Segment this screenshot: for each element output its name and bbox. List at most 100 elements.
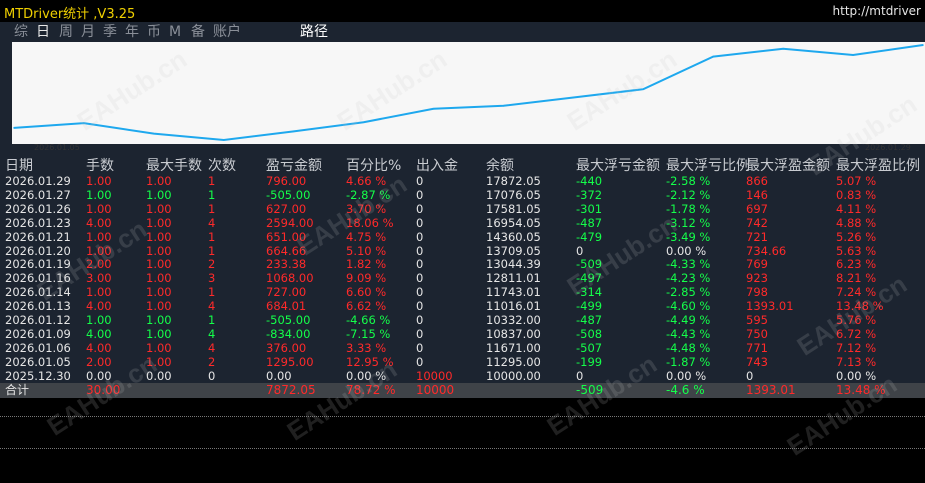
cell-pnl: 1295.00 bbox=[266, 354, 314, 369]
col-header-max-float-loss: 最大浮亏金额 bbox=[576, 158, 660, 174]
cell-balance: 13044.39 bbox=[486, 257, 541, 272]
cell-pct: 4.66 % bbox=[346, 174, 387, 188]
cell-pct: -4.66 % bbox=[346, 313, 391, 327]
total-pnl: 7872.05 bbox=[266, 383, 316, 397]
tab-month[interactable]: 月 bbox=[81, 22, 95, 42]
cell-count: 4 bbox=[208, 340, 216, 355]
grid-line bbox=[0, 416, 925, 417]
cell-max-float-loss: -372 bbox=[576, 187, 603, 202]
cell-max-float-loss-pct: -1.87 % bbox=[666, 354, 711, 369]
cell-max-float-profit: 595 bbox=[746, 313, 768, 327]
cell-max-float-profit: 697 bbox=[746, 201, 768, 216]
cell-max-float-profit: 866 bbox=[746, 174, 768, 188]
cell-date: 2026.01.20 bbox=[5, 243, 71, 258]
cell-max-float-profit-pct: 4.88 % bbox=[836, 215, 877, 230]
cell-max-lots: 1.00 bbox=[146, 257, 172, 272]
cell-count: 1 bbox=[208, 313, 216, 327]
cell-max-float-loss-pct: -1.78 % bbox=[666, 201, 711, 216]
col-header-max-float-profit: 最大浮盈金额 bbox=[746, 158, 830, 174]
cell-lots: 2.00 bbox=[86, 257, 112, 272]
cell-date: 2026.01.09 bbox=[5, 326, 71, 341]
cell-count: 0 bbox=[208, 368, 216, 383]
cell-pct: -7.15 % bbox=[346, 326, 391, 341]
table-row: 2025.12.30 0.00 0.00 0 0.00 0.00 % 10000 10000.… bbox=[0, 368, 925, 384]
balance-point bbox=[153, 132, 155, 135]
cell-count: 1 bbox=[208, 243, 216, 258]
cell-max-float-profit-pct: 8.21 % bbox=[836, 271, 877, 286]
table-row: 2026.01.06 4.00 1.00 4 376.00 3.33 % 0 11671.00… bbox=[0, 340, 925, 356]
cell-io: 0 bbox=[416, 174, 424, 188]
tab-quarter[interactable]: 季 bbox=[103, 22, 117, 42]
tab-symbol[interactable]: 币 bbox=[147, 22, 161, 42]
cell-balance: 13709.05 bbox=[486, 243, 541, 258]
cell-pct: 6.62 % bbox=[346, 299, 387, 314]
cell-lots: 1.00 bbox=[86, 243, 112, 258]
table-row: 2026.01.20 1.00 1.00 1 664.66 5.10 % 0 13709.05… bbox=[0, 243, 925, 259]
cell-lots: 1.00 bbox=[86, 285, 112, 300]
balance-point bbox=[712, 55, 715, 58]
tab-magic[interactable]: M bbox=[169, 22, 181, 42]
tab-note[interactable]: 备 bbox=[191, 22, 205, 42]
cell-count: 3 bbox=[208, 271, 216, 286]
cell-date: 2026.01.19 bbox=[5, 257, 71, 272]
cell-max-lots: 0.00 bbox=[146, 368, 172, 383]
tab-day[interactable]: 日 bbox=[36, 22, 50, 42]
cell-io: 0 bbox=[416, 313, 424, 327]
cell-count: 1 bbox=[208, 229, 216, 244]
balance-point bbox=[642, 88, 645, 91]
cell-max-float-profit: 769 bbox=[746, 257, 768, 272]
cell-balance: 10332.00 bbox=[486, 313, 541, 327]
cell-io: 0 bbox=[416, 243, 424, 258]
col-header-max-float-loss-pct: 最大浮亏比例 bbox=[666, 158, 750, 174]
table-row: 2026.01.14 1.00 1.00 1 727.00 6.60 % 0 11743.01… bbox=[0, 286, 925, 300]
total-max-float-profit: 1393.01 bbox=[746, 383, 796, 397]
cell-lots: 2.00 bbox=[86, 354, 112, 369]
tab-week[interactable]: 周 bbox=[59, 22, 73, 42]
cell-date: 2026.01.21 bbox=[5, 229, 71, 244]
cell-max-float-profit: 146 bbox=[746, 187, 768, 202]
cell-pnl: -505.00 bbox=[266, 187, 311, 202]
table-row: 2026.01.09 4.00 1.00 4 -834.00 -7.15 % 0 10837.… bbox=[0, 326, 925, 342]
cell-count: 2 bbox=[208, 354, 216, 369]
balance-chart: 2026.01.05 2026.01.29 bbox=[12, 42, 925, 152]
cell-pct: 5.10 % bbox=[346, 243, 387, 258]
tab-account[interactable]: 账户 bbox=[213, 22, 241, 42]
cell-max-float-loss-pct: -2.12 % bbox=[666, 187, 711, 202]
cell-balance: 11016.01 bbox=[486, 299, 541, 314]
cell-max-lots: 1.00 bbox=[146, 340, 172, 355]
cell-max-lots: 1.00 bbox=[146, 299, 172, 314]
chart-end-date: 2026.01.29 bbox=[865, 143, 911, 152]
cell-lots: 1.00 bbox=[86, 174, 112, 188]
total-max-float-loss-pct: -4.6 % bbox=[666, 383, 705, 397]
cell-lots: 4.00 bbox=[86, 299, 112, 314]
tab-year[interactable]: 年 bbox=[125, 22, 139, 42]
balance-point bbox=[432, 107, 435, 110]
cell-max-float-profit-pct: 5.26 % bbox=[836, 229, 877, 244]
table-row: 2026.01.27 1.00 1.00 1 -505.00 -2.87 % 0 17076.… bbox=[0, 187, 925, 203]
cell-count: 1 bbox=[208, 285, 216, 300]
cell-io: 0 bbox=[416, 340, 424, 355]
cell-pct: 9.09 % bbox=[346, 271, 387, 286]
cell-balance: 17076.05 bbox=[486, 187, 541, 202]
total-max-float-profit-pct: 13.48 % bbox=[836, 383, 886, 397]
cell-pct: 0.00 % bbox=[346, 368, 387, 383]
cell-count: 4 bbox=[208, 215, 216, 230]
cell-max-float-profit: 734.66 bbox=[746, 243, 787, 258]
cell-max-float-loss: -487 bbox=[576, 313, 603, 327]
col-header-max-float-profit-pct: 最大浮盈比例 bbox=[836, 158, 920, 174]
cell-max-float-profit-pct: 0.83 % bbox=[836, 187, 877, 202]
cell-date: 2026.01.14 bbox=[5, 285, 71, 300]
cell-max-float-profit-pct: 6.23 % bbox=[836, 257, 877, 272]
cell-date: 2026.01.29 bbox=[5, 174, 71, 188]
tab-route[interactable]: 路径 bbox=[300, 22, 328, 42]
cell-max-float-profit: 0 bbox=[746, 368, 754, 383]
cell-date: 2026.01.13 bbox=[5, 299, 71, 314]
cell-pnl: 664.66 bbox=[266, 243, 307, 258]
col-header-count: 次数 bbox=[208, 158, 236, 174]
cell-io: 0 bbox=[416, 354, 424, 369]
col-header-max-lots: 最大手数 bbox=[146, 158, 202, 174]
cell-max-float-loss: -301 bbox=[576, 201, 603, 216]
col-header-lots: 手数 bbox=[86, 158, 114, 174]
tab-summary[interactable]: 综 bbox=[14, 22, 28, 42]
cell-max-float-loss-pct: -4.33 % bbox=[666, 257, 711, 272]
